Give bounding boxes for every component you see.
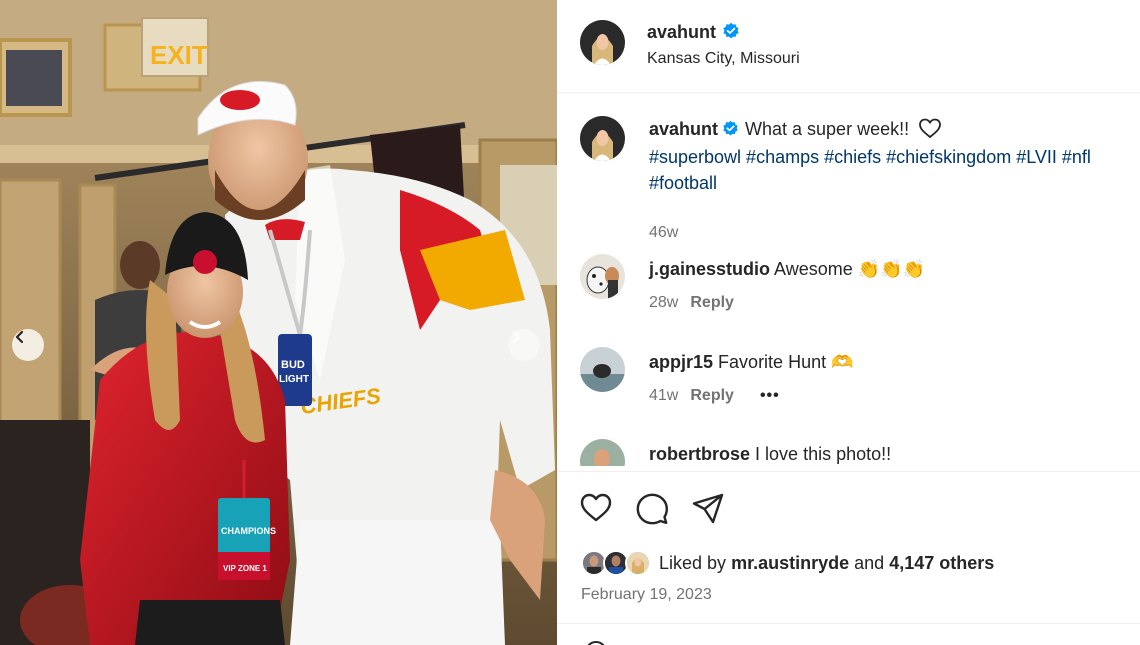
caption-hashtags-2[interactable]: #football	[649, 173, 717, 193]
caption-text-block: avahunt What a super week!! #superbowl #c…	[649, 116, 1129, 196]
author-username[interactable]: avahunt	[647, 22, 716, 43]
post-location[interactable]: Kansas City, Missouri	[647, 50, 800, 68]
chevron-right-icon	[512, 330, 521, 344]
caption-avatar[interactable]	[580, 116, 625, 161]
comment-username[interactable]: j.gainesstudio	[649, 259, 770, 279]
post-photo[interactable]: EXIT CHIEFS BUD LIGHT CHAMPIONS VIP ZONE…	[0, 0, 557, 645]
reply-button[interactable]: Reply	[690, 387, 734, 404]
verified-badge-icon	[722, 118, 739, 144]
share-icon[interactable]	[691, 491, 725, 525]
badge-top-text: CHAMPIONS	[221, 526, 276, 536]
post-side-panel: avahunt Kansas City, Missouri avahunt Wha…	[557, 0, 1140, 645]
emoji-icon[interactable]	[583, 638, 609, 645]
badge-bottom-text: VIP ZONE 1	[223, 564, 267, 573]
comment-item: appjr15 Favorite Hunt 🫶 41w Reply •••	[557, 347, 1140, 417]
comment-time[interactable]: 28w	[649, 294, 678, 311]
comment-text: Awesome 👏👏👏	[774, 259, 925, 279]
can-label-bottom: LIGHT	[279, 374, 309, 385]
caption: avahunt What a super week!! #superbowl #c…	[557, 116, 1140, 241]
comments-list[interactable]: avahunt What a super week!! #superbowl #c…	[557, 94, 1140, 466]
comment-text-block: robertbrose I love this photo!!	[649, 441, 1129, 466]
liker-avatar	[625, 550, 651, 576]
liked-by-and: and	[854, 552, 885, 573]
caption-text: What a super week!!	[745, 119, 910, 139]
exit-sign-text: EXIT	[150, 40, 208, 70]
chevron-left-icon	[15, 330, 24, 344]
comment-text-block: j.gainesstudio Awesome 👏👏👏	[649, 256, 1129, 282]
verified-badge-icon	[722, 22, 740, 45]
author-avatar[interactable]	[580, 20, 625, 65]
comment-item: robertbrose I love this photo!!	[557, 439, 1140, 466]
carousel-next-button[interactable]	[508, 329, 540, 361]
comment-username[interactable]: robertbrose	[649, 444, 750, 464]
post-date[interactable]: February 19, 2023	[581, 586, 712, 604]
caption-time[interactable]: 46w	[649, 224, 678, 241]
post-actions: Liked by mr.austinryde and 4,147 others …	[557, 471, 1140, 623]
commenter-avatar[interactable]	[580, 347, 625, 392]
comment-item: j.gainesstudio Awesome 👏👏👏 28w Reply	[557, 254, 1140, 324]
comment-meta: 28w Reply	[649, 294, 734, 312]
comment-text: I love this photo!!	[755, 444, 892, 464]
outline-heart-icon	[919, 118, 942, 139]
can-label-top: BUD	[281, 359, 305, 371]
caption-hashtags[interactable]: #superbowl #champs #chiefs #chiefskingdo…	[649, 147, 1091, 167]
first-liker[interactable]: mr.austinryde	[731, 553, 849, 574]
likes-summary[interactable]: Liked by mr.austinryde and 4,147 others	[581, 550, 994, 576]
comment-username[interactable]: appjr15	[649, 352, 713, 372]
avatar-image	[580, 347, 625, 392]
caption-meta: 46w	[649, 224, 678, 242]
comment-time[interactable]: 41w	[649, 387, 678, 404]
comment-text-block: appjr15 Favorite Hunt 🫶	[649, 349, 1129, 375]
others-count[interactable]: 4,147 others	[889, 553, 994, 574]
avatar-image	[580, 254, 625, 299]
more-options-button[interactable]: •••	[760, 387, 780, 404]
liker-avatars	[581, 550, 653, 576]
avatar-image	[580, 20, 625, 65]
reply-button[interactable]: Reply	[690, 294, 734, 311]
commenter-avatar[interactable]	[580, 254, 625, 299]
comment-text: Favorite Hunt 🫶	[718, 352, 854, 372]
add-comment-bar[interactable]	[557, 623, 1140, 645]
heart-icon[interactable]	[579, 491, 613, 525]
commenter-avatar[interactable]	[580, 439, 625, 466]
liked-by-prefix: Liked by	[659, 552, 727, 573]
comment-meta: 41w Reply •••	[649, 387, 780, 405]
avatar-image	[580, 116, 625, 161]
post-header: avahunt Kansas City, Missouri	[557, 0, 1140, 93]
caption-username[interactable]: avahunt	[649, 119, 718, 139]
avatar-image	[580, 439, 625, 466]
post-image: EXIT CHIEFS BUD LIGHT CHAMPIONS VIP ZONE…	[0, 0, 557, 645]
carousel-prev-button[interactable]	[12, 329, 44, 361]
comment-icon[interactable]	[635, 491, 669, 525]
